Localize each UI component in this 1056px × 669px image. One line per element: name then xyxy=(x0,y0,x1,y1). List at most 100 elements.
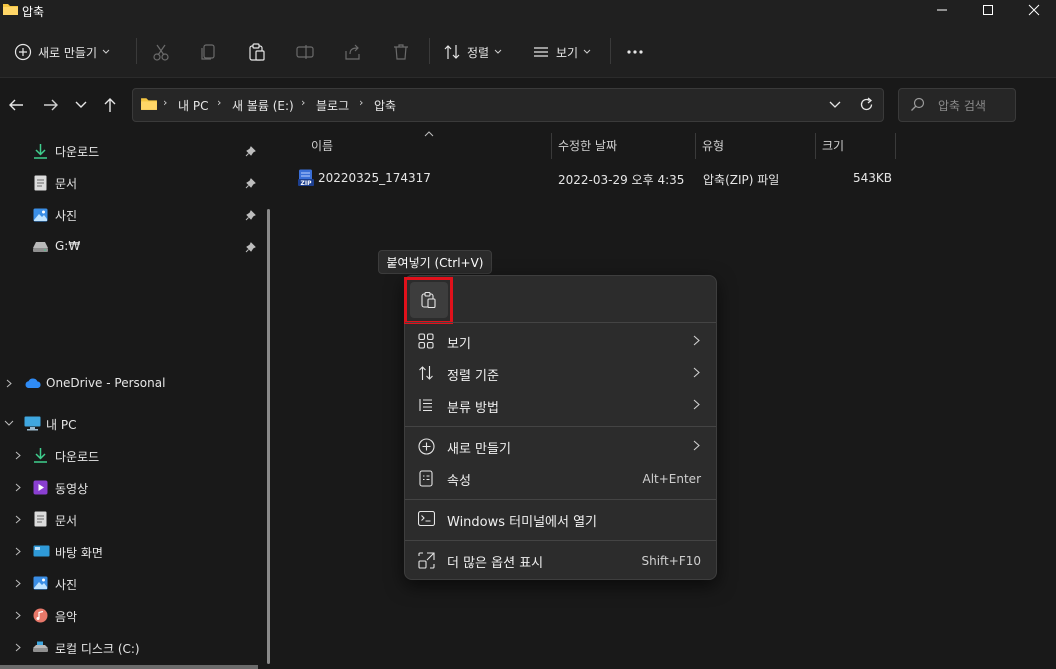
nav-item[interactable]: 다운로드 xyxy=(0,441,272,469)
column-divider[interactable] xyxy=(895,133,896,159)
menu-item-more-options[interactable]: 더 많은 옵션 표시 Shift+F10 xyxy=(412,546,710,576)
terminal-icon xyxy=(418,511,435,526)
drive-icon xyxy=(32,241,49,253)
toolbar-divider xyxy=(610,38,611,64)
nav-item-onedrive[interactable]: OneDrive - Personal xyxy=(0,369,272,397)
nav-item[interactable]: 동영상 xyxy=(0,473,272,501)
cut-icon[interactable] xyxy=(151,38,171,66)
view-button[interactable]: 보기 xyxy=(532,38,591,66)
quick-access-label: 다운로드 xyxy=(55,145,100,159)
chevron-right-icon[interactable] xyxy=(15,451,21,460)
new-button[interactable]: 새로 만들기 xyxy=(14,38,110,66)
quick-access-item[interactable]: G:₩ xyxy=(0,233,272,261)
quick-access-item[interactable]: 사진 xyxy=(0,201,272,229)
chevron-right-icon[interactable] xyxy=(15,611,21,620)
sort-icon xyxy=(418,365,434,381)
nav-item[interactable]: 음악 xyxy=(0,601,272,629)
chevron-down-icon[interactable] xyxy=(4,420,14,426)
menu-item-sort-by[interactable]: 정렬 기준 xyxy=(412,359,710,389)
breadcrumb-chevron-icon: › xyxy=(163,96,168,109)
chevron-right-icon[interactable] xyxy=(6,379,12,388)
quick-access-item[interactable]: 다운로드 xyxy=(0,137,272,165)
document-icon xyxy=(34,175,47,191)
breadcrumb-chevron-icon[interactable]: › xyxy=(217,96,221,109)
pin-icon[interactable] xyxy=(245,242,256,253)
menu-separator xyxy=(405,322,716,323)
chevron-right-icon[interactable] xyxy=(15,547,21,556)
pin-icon[interactable] xyxy=(245,210,256,221)
file-name[interactable]: 20220325_174317 xyxy=(318,171,431,185)
breadcrumb-item[interactable]: 압축 xyxy=(374,97,396,114)
recent-chevron-icon[interactable] xyxy=(70,94,92,116)
menu-item-open-terminal[interactable]: Windows 터미널에서 열기 xyxy=(412,505,710,535)
menu-item-group-by[interactable]: 분류 방법 xyxy=(412,391,710,421)
breadcrumb-item[interactable]: 내 PC xyxy=(178,97,208,114)
menu-item-label: Windows 터미널에서 열기 xyxy=(447,514,598,530)
quick-access-item[interactable]: 문서 xyxy=(0,169,272,197)
pin-icon[interactable] xyxy=(245,146,256,157)
column-divider[interactable] xyxy=(815,133,816,159)
nav-item-label: 음악 xyxy=(55,610,78,624)
rename-icon[interactable] xyxy=(295,38,315,66)
back-arrow-icon[interactable] xyxy=(5,94,27,116)
forward-arrow-icon[interactable] xyxy=(40,94,62,116)
nav-item[interactable]: 바탕 화면 xyxy=(0,537,272,565)
column-header-modified[interactable]: 수정한 날짜 xyxy=(558,137,617,154)
file-size: 543KB xyxy=(853,171,893,185)
breadcrumb-chevron-icon[interactable]: › xyxy=(359,96,363,109)
chevron-right-icon xyxy=(693,440,700,451)
refresh-icon[interactable] xyxy=(859,97,874,112)
toolbar-divider xyxy=(429,38,430,64)
download-icon xyxy=(33,143,48,159)
column-header-type[interactable]: 유형 xyxy=(702,137,724,154)
nav-item-label: 바탕 화면 xyxy=(55,546,103,560)
new-button-label: 새로 만들기 xyxy=(38,45,98,60)
breadcrumb-item[interactable]: 새 볼륨 (E:) xyxy=(232,97,294,114)
quick-access-label: 사진 xyxy=(55,209,78,223)
paste-icon[interactable] xyxy=(247,38,267,66)
address-dropdown-icon[interactable] xyxy=(829,101,841,109)
menu-item-view[interactable]: 보기 xyxy=(412,327,710,357)
menu-item-properties[interactable]: 속성 Alt+Enter xyxy=(412,464,710,494)
column-divider[interactable] xyxy=(695,133,696,159)
music-icon xyxy=(33,608,48,623)
column-header-name[interactable]: 이름 xyxy=(311,137,333,154)
delete-icon[interactable] xyxy=(391,38,411,66)
up-arrow-icon[interactable] xyxy=(99,94,121,116)
horizontal-scrollbar[interactable] xyxy=(0,665,258,669)
title-bar xyxy=(0,0,1056,26)
column-header-size[interactable]: 크기 xyxy=(822,137,844,154)
chevron-right-icon[interactable] xyxy=(15,579,21,588)
view-button-label: 보기 xyxy=(556,45,579,60)
nav-item[interactable]: 사진 xyxy=(0,569,272,597)
menu-item-new[interactable]: 새로 만들기 xyxy=(412,432,710,462)
nav-item-this-pc[interactable]: 내 PC xyxy=(0,409,272,437)
close-icon[interactable] xyxy=(1011,0,1056,20)
grid-view-icon xyxy=(418,333,434,349)
copy-icon[interactable] xyxy=(199,38,219,66)
nav-item[interactable]: 로컬 디스크 (C:) xyxy=(0,633,272,661)
nav-scrollbar[interactable] xyxy=(267,209,270,664)
more-icon[interactable] xyxy=(625,38,645,66)
chevron-down-icon xyxy=(494,49,502,55)
paste-tooltip: 붙여넣기 (Ctrl+V) xyxy=(378,250,492,274)
menu-item-shortcut: Shift+F10 xyxy=(641,554,701,568)
nav-item[interactable]: 문서 xyxy=(0,505,272,533)
share-icon[interactable] xyxy=(343,38,363,66)
column-divider[interactable] xyxy=(551,133,552,159)
chevron-right-icon[interactable] xyxy=(15,515,21,524)
breadcrumb-item[interactable]: 블로그 xyxy=(316,97,349,114)
minimize-icon[interactable] xyxy=(919,0,965,20)
breadcrumb-chevron-icon[interactable]: › xyxy=(301,96,305,109)
pictures-icon xyxy=(33,576,48,590)
maximize-icon[interactable] xyxy=(965,0,1011,20)
sort-button[interactable]: 정렬 xyxy=(443,38,502,66)
pictures-icon xyxy=(33,208,48,222)
chevron-right-icon[interactable] xyxy=(15,483,21,492)
computer-icon xyxy=(24,416,41,431)
nav-item-label: 동영상 xyxy=(55,482,89,496)
chevron-right-icon[interactable] xyxy=(15,643,21,652)
pin-icon[interactable] xyxy=(245,178,256,189)
chevron-right-icon xyxy=(693,367,700,378)
sort-icon xyxy=(443,43,461,61)
